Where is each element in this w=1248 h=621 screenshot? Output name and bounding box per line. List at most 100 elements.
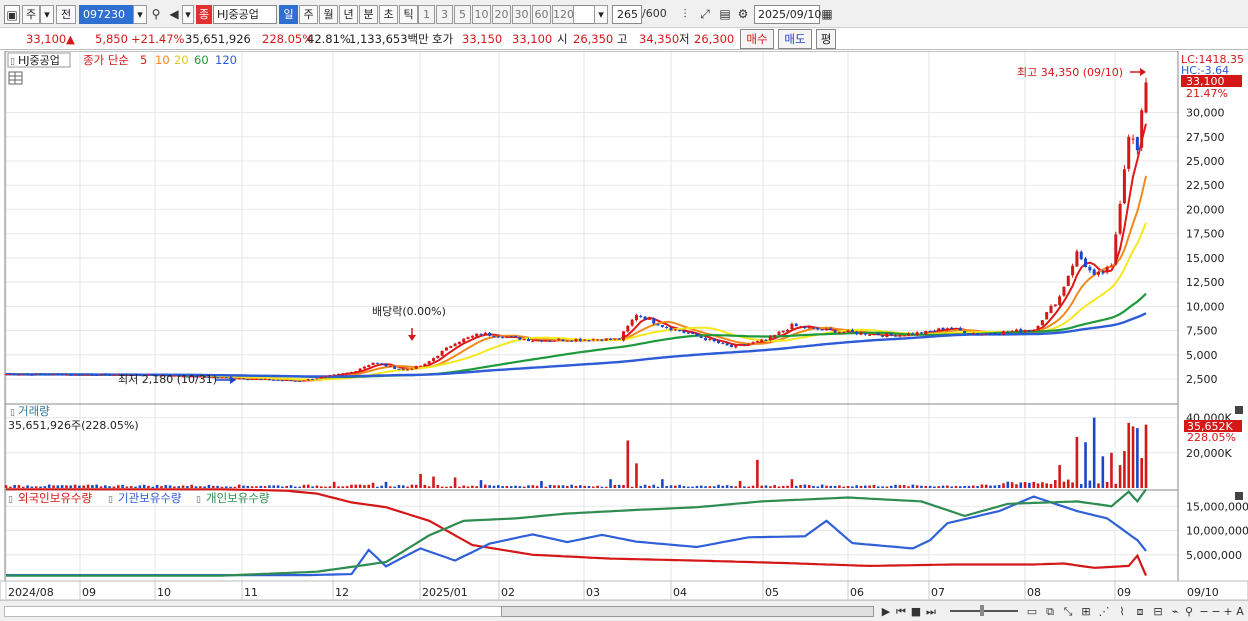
candle-body	[354, 371, 358, 373]
volume-bar	[1110, 452, 1113, 488]
volume-bullet-icon: ▯	[10, 408, 15, 418]
period-button[interactable]: 틱	[399, 5, 418, 24]
candle-body	[587, 340, 591, 342]
type-select[interactable]: 주	[22, 5, 40, 24]
stock-name-field[interactable]: HJ중공업	[213, 5, 277, 24]
interval-button[interactable]: 120	[552, 5, 574, 24]
volume-bar	[596, 485, 599, 488]
candle-body	[634, 315, 638, 321]
interval-button[interactable]: 60	[532, 5, 551, 24]
prev-button[interactable]: 전	[56, 5, 76, 24]
zoom-slider[interactable]	[950, 605, 1018, 616]
volume-bar	[604, 486, 608, 488]
volume-bar	[518, 486, 522, 488]
period-button[interactable]: 년	[339, 5, 358, 24]
candle-body	[345, 372, 349, 374]
period-button[interactable]: 주	[299, 5, 318, 24]
volume-bar	[540, 480, 543, 488]
search-icon[interactable]: ⚲	[148, 5, 164, 24]
buy-button[interactable]: 매수	[740, 29, 774, 49]
date-input[interactable]: 2025/09/10	[754, 5, 821, 24]
candle-body	[466, 337, 470, 340]
font-size-icon[interactable]: A	[1234, 604, 1246, 619]
volume-bar	[440, 486, 444, 488]
code-dropdown-icon[interactable]: ▾	[133, 5, 147, 24]
indicator-icon[interactable]: ⌇	[1114, 604, 1130, 619]
average-button[interactable]: 평	[816, 29, 836, 49]
speaker-icon[interactable]: ◀	[166, 5, 182, 24]
volume-bar	[989, 485, 992, 488]
zoom-in-icon[interactable]: +	[1222, 604, 1234, 619]
interval-button[interactable]: 5	[454, 5, 471, 24]
window-menu-icon[interactable]: ▣	[4, 5, 20, 24]
play-icon[interactable]: ▶	[880, 604, 892, 619]
candle-body	[544, 340, 548, 342]
turnover-percent: 42.81%	[307, 32, 351, 46]
layout-icon[interactable]: ▭	[1024, 604, 1040, 619]
draw-tool-icon[interactable]: ⤢	[696, 5, 714, 24]
candle-body	[242, 378, 245, 380]
link-icon[interactable]: ⌁	[1168, 604, 1182, 619]
candle-body	[341, 373, 345, 375]
calendar-icon[interactable]: ▦	[820, 5, 834, 24]
type-dropdown-icon[interactable]: ▾	[40, 5, 54, 24]
candle-body	[626, 325, 630, 332]
period-button[interactable]: 분	[359, 5, 378, 24]
stock-chart[interactable]: 2,500 5,000 7,500 10,000 12,500 15,000 17,500 2…	[0, 51, 1248, 601]
volume-bar	[769, 486, 772, 488]
candle-body	[250, 379, 254, 381]
period-button[interactable]: 월	[319, 5, 338, 24]
interval-button[interactable]: 3	[436, 5, 453, 24]
scale-icon[interactable]: ⊟	[1150, 604, 1166, 619]
sell-button[interactable]: 매도	[778, 29, 812, 49]
candle-body	[660, 325, 664, 327]
minus-icon[interactable]: −	[1210, 604, 1222, 619]
magnifier-icon[interactable]: ⚲	[1182, 604, 1196, 619]
code-input[interactable]: 097230	[79, 5, 133, 24]
speaker-dropdown-icon[interactable]: ▾	[182, 5, 194, 24]
split-icon[interactable]: ⧉	[1042, 604, 1058, 619]
rewind-icon[interactable]: ⏮	[894, 604, 908, 619]
candle-body	[971, 333, 975, 335]
chart-type-icon[interactable]: ⫶	[676, 5, 694, 24]
volume-bar	[423, 484, 427, 488]
overlay-icon[interactable]: ⧈	[1132, 604, 1148, 619]
candle-body	[427, 361, 431, 364]
stop-icon[interactable]: ■	[910, 604, 922, 619]
chart-scrollbar[interactable]	[4, 606, 874, 617]
candle-body	[1062, 287, 1066, 296]
chart-scroll-thumb[interactable]	[501, 606, 874, 617]
volume-bar	[56, 485, 60, 488]
count-input[interactable]: 265	[612, 5, 642, 24]
volume-bar	[648, 485, 651, 488]
save-icon[interactable]: ▤	[716, 5, 734, 24]
candle-body	[375, 362, 379, 364]
zoom-slider-handle[interactable]	[980, 605, 984, 616]
ma-legend-10: 10	[155, 53, 170, 67]
period-button[interactable]: 초	[379, 5, 398, 24]
fast-forward-icon[interactable]: ⏭	[924, 604, 938, 619]
candle-body	[1040, 320, 1044, 326]
volume-bar	[216, 485, 219, 488]
interval-button[interactable]: 1	[418, 5, 435, 24]
fit-icon[interactable]: ⤡	[1060, 604, 1076, 619]
period-button[interactable]: 일	[279, 5, 298, 24]
volume-bar	[665, 486, 668, 488]
interval-button[interactable]: 20	[492, 5, 511, 24]
trend-icon[interactable]: ⋰	[1096, 604, 1112, 619]
interval-button[interactable]: 30	[512, 5, 531, 24]
candle-body	[1075, 251, 1079, 267]
holdings-close-icon[interactable]	[1235, 492, 1243, 500]
volume-bar	[717, 484, 720, 488]
volume-bar	[535, 485, 539, 488]
compare-icon[interactable]: ⊞	[1078, 604, 1094, 619]
interval-dropdown-icon[interactable]: ▾	[594, 5, 608, 24]
candle-body	[859, 332, 863, 335]
interval-button[interactable]: 10	[472, 5, 491, 24]
gear-icon[interactable]: ⚙	[734, 5, 752, 24]
volume-close-icon[interactable]	[1235, 406, 1243, 414]
volume-bar	[954, 485, 958, 488]
candle-body	[522, 339, 526, 341]
zoom-out-icon[interactable]: −	[1198, 604, 1210, 619]
volume-bar	[298, 486, 301, 488]
